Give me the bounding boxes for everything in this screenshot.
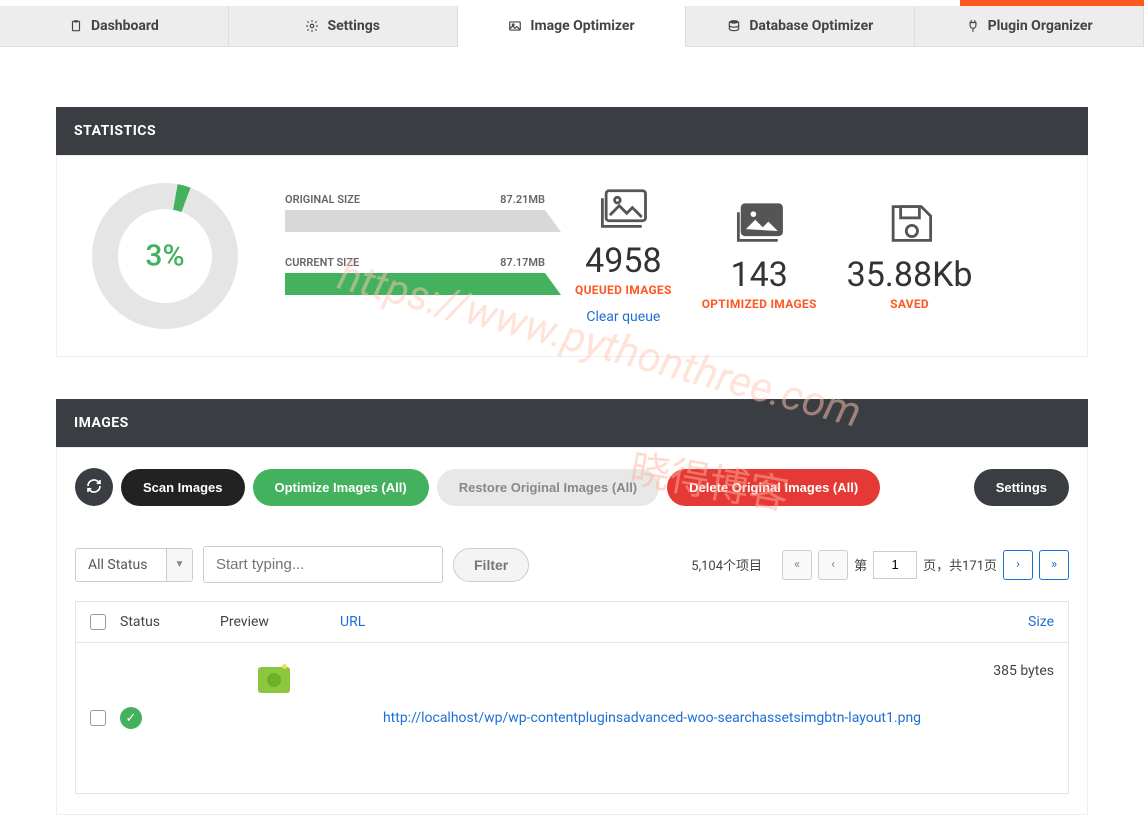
col-size-header[interactable]: Size (964, 614, 1054, 630)
preview-thumbnail (258, 667, 290, 693)
page-suffix: 页，共171页 (923, 555, 997, 574)
page-next-button[interactable]: › (1003, 550, 1033, 580)
row-size: 385 bytes (964, 657, 1054, 679)
select-all-checkbox[interactable] (90, 614, 106, 630)
tab-label: Settings (327, 18, 379, 34)
saved-icon (880, 201, 940, 249)
progress-donut: 3% (85, 176, 245, 336)
current-size-value: 87.17MB (500, 256, 545, 269)
gear-icon (305, 19, 319, 33)
refresh-icon (86, 478, 102, 497)
original-size-label: ORIGINAL SIZE (285, 193, 360, 206)
clear-queue-link[interactable]: Clear queue (575, 309, 672, 325)
queued-label: QUEUED IMAGES (575, 283, 672, 297)
database-icon (727, 19, 741, 33)
tab-database-optimizer[interactable]: Database Optimizer (686, 6, 915, 46)
image-icon (508, 19, 522, 33)
original-size-value: 87.21MB (500, 193, 545, 206)
optimized-label: OPTIMIZED IMAGES (702, 297, 817, 311)
queued-count: 4958 (575, 241, 672, 281)
optimize-images-button[interactable]: Optimize Images (All) (253, 469, 429, 506)
tab-plugin-organizer[interactable]: Plugin Organizer (915, 6, 1144, 46)
page-first-button[interactable]: « (782, 550, 812, 580)
chevron-down-icon: ▼ (166, 549, 192, 581)
page-prefix: 第 (854, 555, 867, 574)
settings-button[interactable]: Settings (974, 469, 1069, 506)
images-header: IMAGES (56, 399, 1088, 447)
refresh-button[interactable] (75, 468, 113, 506)
page-input[interactable] (873, 551, 917, 579)
queued-icon (593, 187, 653, 235)
saved-count: 35.88Kb (847, 255, 973, 295)
item-count: 5,104个项目 (691, 555, 762, 574)
clipboard-icon (69, 19, 83, 33)
tab-image-optimizer[interactable]: Image Optimizer (458, 6, 687, 47)
statistics-header: STATISTICS (56, 107, 1088, 155)
original-size-bar (285, 210, 545, 232)
current-size-bar (285, 273, 545, 295)
tab-label: Plugin Organizer (988, 18, 1093, 34)
current-size-label: CURRENT SIZE (285, 256, 359, 269)
optimized-count: 143 (702, 255, 817, 295)
tab-settings[interactable]: Settings (229, 6, 458, 46)
filter-button[interactable]: Filter (453, 548, 529, 582)
status-ok-icon: ✓ (120, 707, 142, 729)
tab-label: Image Optimizer (530, 18, 634, 34)
status-filter-value: All Status (76, 549, 166, 581)
col-url-header[interactable]: URL (340, 614, 964, 630)
restore-images-button[interactable]: Restore Original Images (All) (437, 469, 659, 506)
page-last-button[interactable]: » (1039, 550, 1069, 580)
plug-icon (966, 19, 980, 33)
search-input[interactable] (203, 546, 443, 583)
status-filter-select[interactable]: All Status ▼ (75, 548, 193, 582)
tab-label: Database Optimizer (749, 18, 873, 34)
col-status-header: Status (120, 614, 220, 630)
tab-dashboard[interactable]: Dashboard (0, 6, 229, 46)
optimized-icon (729, 201, 789, 249)
page-prev-button[interactable]: ‹ (818, 550, 848, 580)
tab-label: Dashboard (91, 18, 159, 34)
row-checkbox[interactable] (90, 710, 106, 726)
table-row: ✓ http://localhost/wp/wp-contentpluginsa… (76, 643, 1068, 793)
saved-label: SAVED (847, 297, 973, 311)
delete-images-button[interactable]: Delete Original Images (All) (667, 469, 880, 506)
progress-percent: 3% (145, 239, 184, 274)
col-preview-header: Preview (220, 614, 340, 630)
row-url[interactable]: http://localhost/wp/wp-contentpluginsadv… (340, 710, 964, 726)
scan-images-button[interactable]: Scan Images (121, 469, 245, 506)
